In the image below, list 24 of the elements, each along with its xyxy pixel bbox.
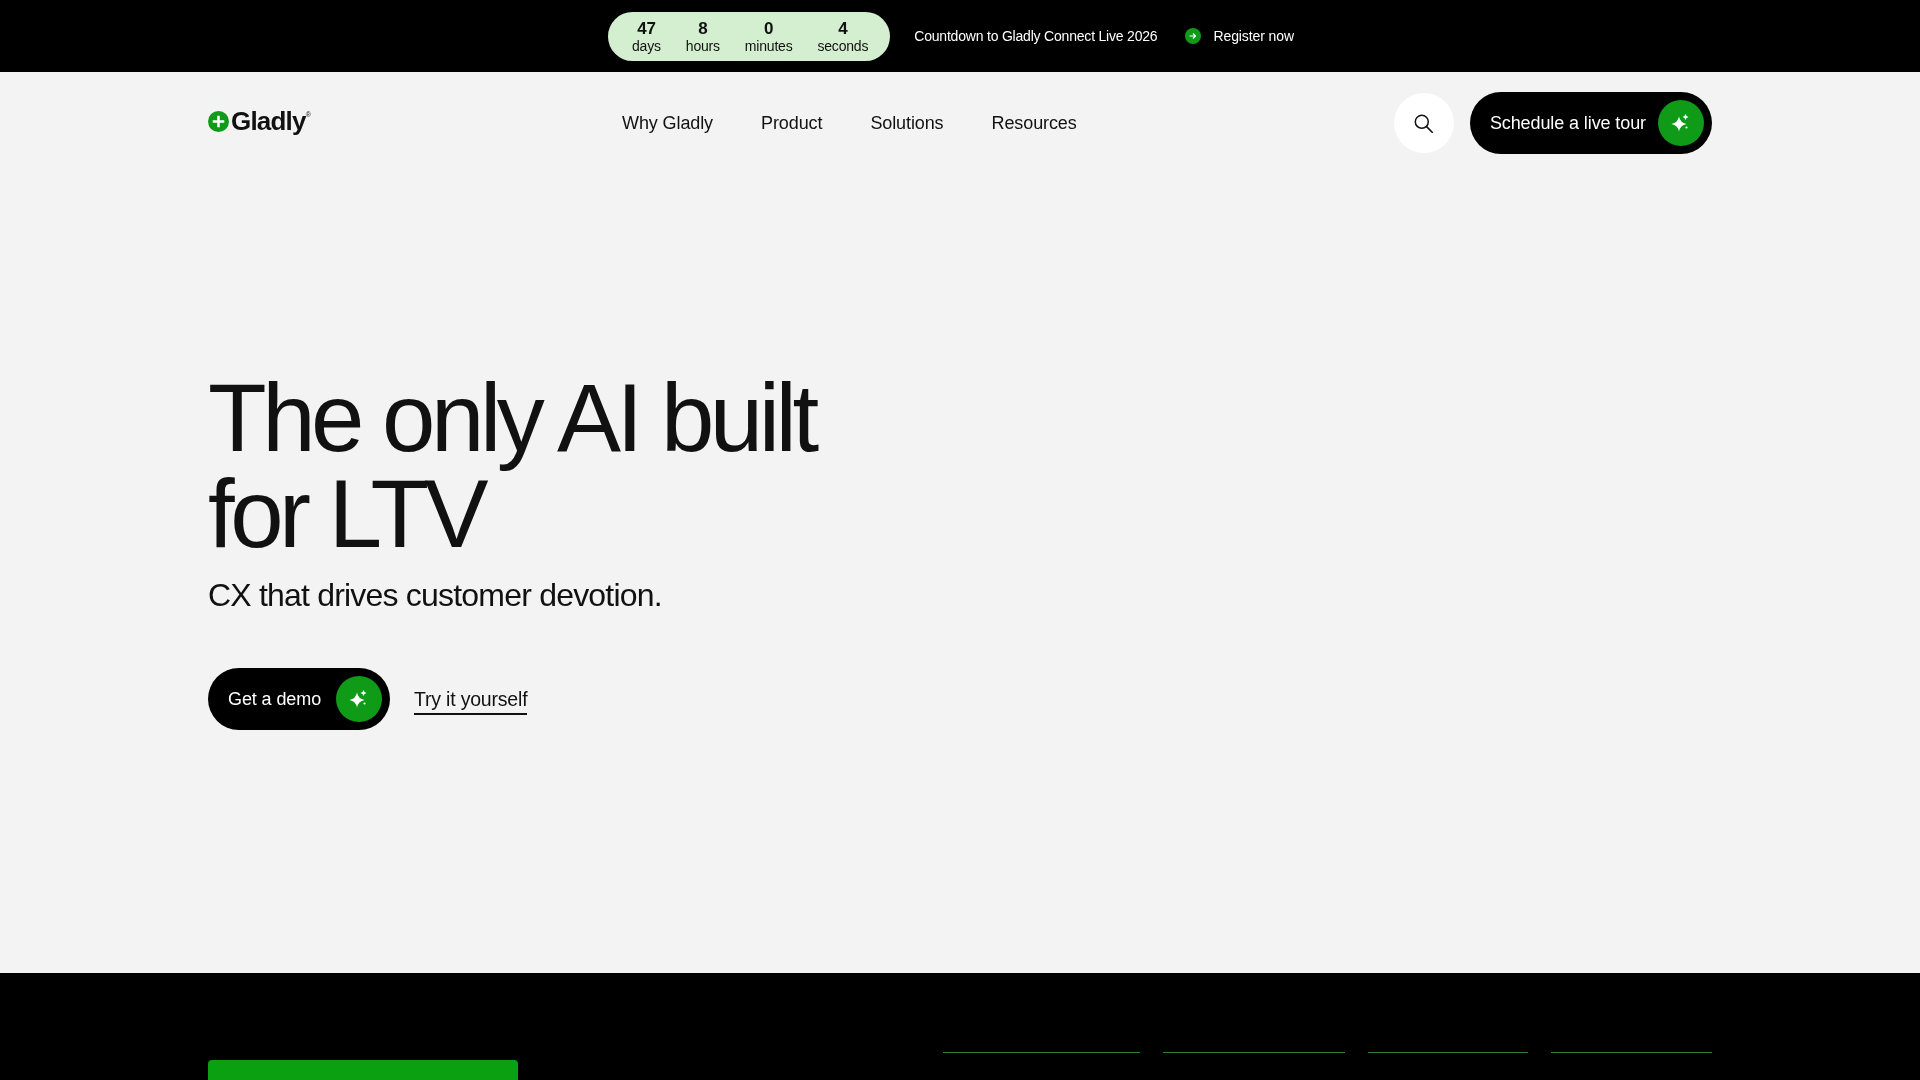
sparkle-icon (1658, 100, 1704, 146)
countdown-unit: minutes (744, 38, 793, 53)
schedule-tour-button[interactable]: Schedule a live tour (1469, 92, 1712, 154)
hero-heading: The only AI built for LTV (208, 370, 817, 562)
countdown-number: 0 (764, 19, 774, 37)
countdown-unit: seconds (817, 38, 869, 53)
hero-subheading: CX that drives customer devotion. (208, 576, 662, 614)
countdown-number: 47 (637, 19, 656, 37)
countdown-number: 4 (838, 19, 848, 37)
nav-link[interactable]: Product (761, 112, 823, 134)
sparkle-icon (336, 676, 383, 722)
countdown-unit: hours (685, 38, 720, 53)
get-demo-button[interactable]: Get a demo (208, 668, 391, 730)
try-it-link[interactable]: Try it yourself (414, 687, 528, 715)
countdown-number: 8 (698, 19, 708, 37)
countdown-message: Countdown to Gladly Connect Live 2026 (914, 28, 1158, 44)
logo[interactable]: Gladly$^{®}$ (208, 105, 311, 137)
nav-link[interactable]: Resources (991, 112, 1077, 134)
nav-link[interactable]: Solutions (870, 112, 944, 134)
search-icon (1414, 113, 1434, 133)
register-link[interactable]: Register now (1185, 28, 1294, 44)
countdown-unit: days (632, 38, 661, 53)
nav-link[interactable]: Why Gladly (622, 112, 714, 134)
plus-icon (208, 110, 229, 132)
